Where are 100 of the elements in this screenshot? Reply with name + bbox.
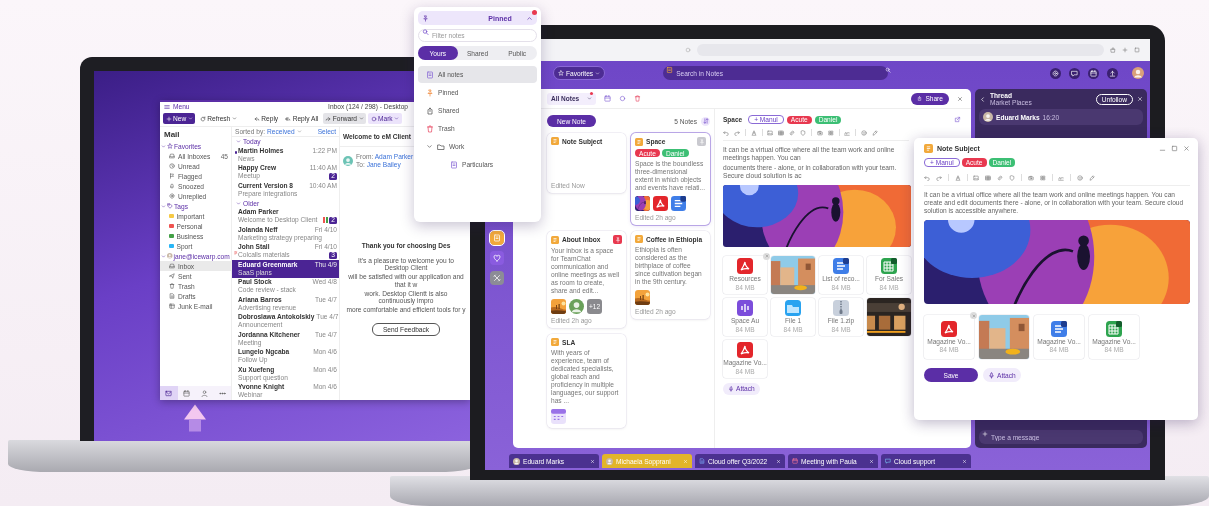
chevron-down-icon: [236, 200, 241, 206]
image-icon[interactable]: [973, 174, 980, 181]
signature-icon[interactable]: [1058, 174, 1065, 181]
flag-icon: [169, 173, 175, 179]
pin-button[interactable]: [697, 137, 706, 146]
audio-icon: [737, 300, 753, 317]
app-button[interactable]: [490, 231, 504, 245]
text-color-icon[interactable]: [750, 129, 757, 136]
pdf-icon: [941, 320, 957, 337]
text-color-icon[interactable]: [954, 174, 961, 181]
trash-icon[interactable]: [634, 95, 642, 102]
avatar-icon: [167, 253, 173, 259]
link-icon[interactable]: [997, 174, 1004, 181]
close-icon: [776, 458, 781, 464]
table-icon[interactable]: [778, 129, 785, 136]
document-icon: [833, 258, 849, 275]
undo-icon[interactable]: [924, 174, 930, 181]
folder-icon: [437, 142, 445, 151]
avatar-icon: [513, 457, 520, 465]
chat-icon[interactable]: [1071, 69, 1078, 77]
shield-icon[interactable]: [800, 129, 807, 136]
circle-icon[interactable]: [619, 95, 627, 102]
app-button[interactable]: [490, 271, 504, 285]
star-icon: [167, 143, 173, 149]
avatar-icon: [983, 112, 993, 122]
camera-icon[interactable]: [816, 129, 823, 136]
forward-icon: [325, 115, 332, 122]
chevron-down-icon: [587, 96, 593, 101]
folder-icon: [785, 300, 801, 317]
signature-icon[interactable]: [844, 129, 851, 136]
pen-icon[interactable]: [1088, 174, 1095, 181]
calendar-icon: [551, 409, 566, 424]
document-icon: [169, 293, 175, 299]
shield-icon[interactable]: [1009, 174, 1016, 181]
emoji-icon[interactable]: [860, 129, 867, 136]
close-icon: [683, 458, 688, 464]
chevron-down-icon: [595, 70, 601, 76]
gear-icon: [169, 193, 175, 199]
undo-icon[interactable]: [723, 129, 729, 136]
avatar-icon: [343, 155, 353, 166]
table-icon[interactable]: [985, 174, 992, 181]
grid-box-icon: [169, 303, 175, 309]
mail-icon[interactable]: [165, 389, 173, 397]
inbox-icon: [169, 153, 175, 159]
pdf-icon: [737, 258, 753, 275]
close-icon: [590, 458, 595, 464]
note-icon: [666, 66, 674, 73]
grid-icon[interactable]: [827, 129, 834, 136]
remove-button[interactable]: [970, 312, 977, 319]
gear-icon[interactable]: [1052, 69, 1059, 77]
maximize-icon[interactable]: [1171, 145, 1178, 152]
avatar-icon: [606, 457, 613, 465]
remove-button[interactable]: [763, 252, 770, 260]
close-icon: [962, 458, 967, 464]
plus-icon: [982, 431, 988, 437]
grid-icon[interactable]: [1039, 174, 1046, 181]
more-icon[interactable]: [218, 389, 226, 397]
heart-icon: [493, 254, 501, 262]
clock-icon: [169, 163, 175, 169]
link-icon[interactable]: [789, 129, 796, 136]
sort-icon[interactable]: [702, 118, 709, 124]
maximize-icon[interactable]: [1134, 47, 1140, 53]
app-button[interactable]: [490, 251, 504, 265]
external-link-icon[interactable]: [954, 116, 961, 123]
redo-icon[interactable]: [936, 174, 942, 181]
close-icon[interactable]: [957, 95, 963, 102]
camera-icon[interactable]: [1027, 174, 1034, 181]
spreadsheet-icon: [881, 258, 897, 275]
refresh-icon: [199, 115, 206, 122]
microphone-icon: [728, 385, 734, 392]
share-icon: [917, 96, 923, 101]
chat-icon: [885, 458, 891, 464]
person-icon[interactable]: [200, 389, 208, 397]
plus-icon: [165, 115, 172, 122]
redo-icon[interactable]: [734, 129, 740, 136]
bag-icon[interactable]: [1110, 47, 1116, 53]
plus-icon[interactable]: [1122, 47, 1128, 53]
circle-icon: [685, 47, 691, 53]
upload-icon[interactable]: [1109, 69, 1116, 77]
close-icon: [971, 313, 976, 318]
calendar-icon: [792, 458, 798, 464]
document-icon: [671, 196, 686, 211]
emoji-icon[interactable]: [1076, 174, 1083, 181]
image-icon[interactable]: [767, 129, 774, 136]
chevron-down-icon: [161, 203, 166, 209]
close-icon: [869, 458, 874, 464]
spreadsheet-icon: [1106, 320, 1122, 337]
close-icon[interactable]: [1183, 145, 1190, 152]
avatar-icon: [1132, 67, 1144, 79]
pen-icon[interactable]: [871, 129, 878, 136]
note-icon: [493, 234, 501, 242]
note-icon: [635, 235, 643, 243]
chevron-left-icon[interactable]: [979, 95, 986, 103]
tag-icon: [167, 203, 173, 209]
pdf-icon: [653, 196, 668, 211]
pdf-icon: [737, 342, 753, 359]
search-icon: [422, 28, 429, 36]
menu-icon[interactable]: [164, 103, 170, 110]
pin-button[interactable]: [613, 235, 622, 244]
chevron-up-icon: [526, 14, 533, 22]
